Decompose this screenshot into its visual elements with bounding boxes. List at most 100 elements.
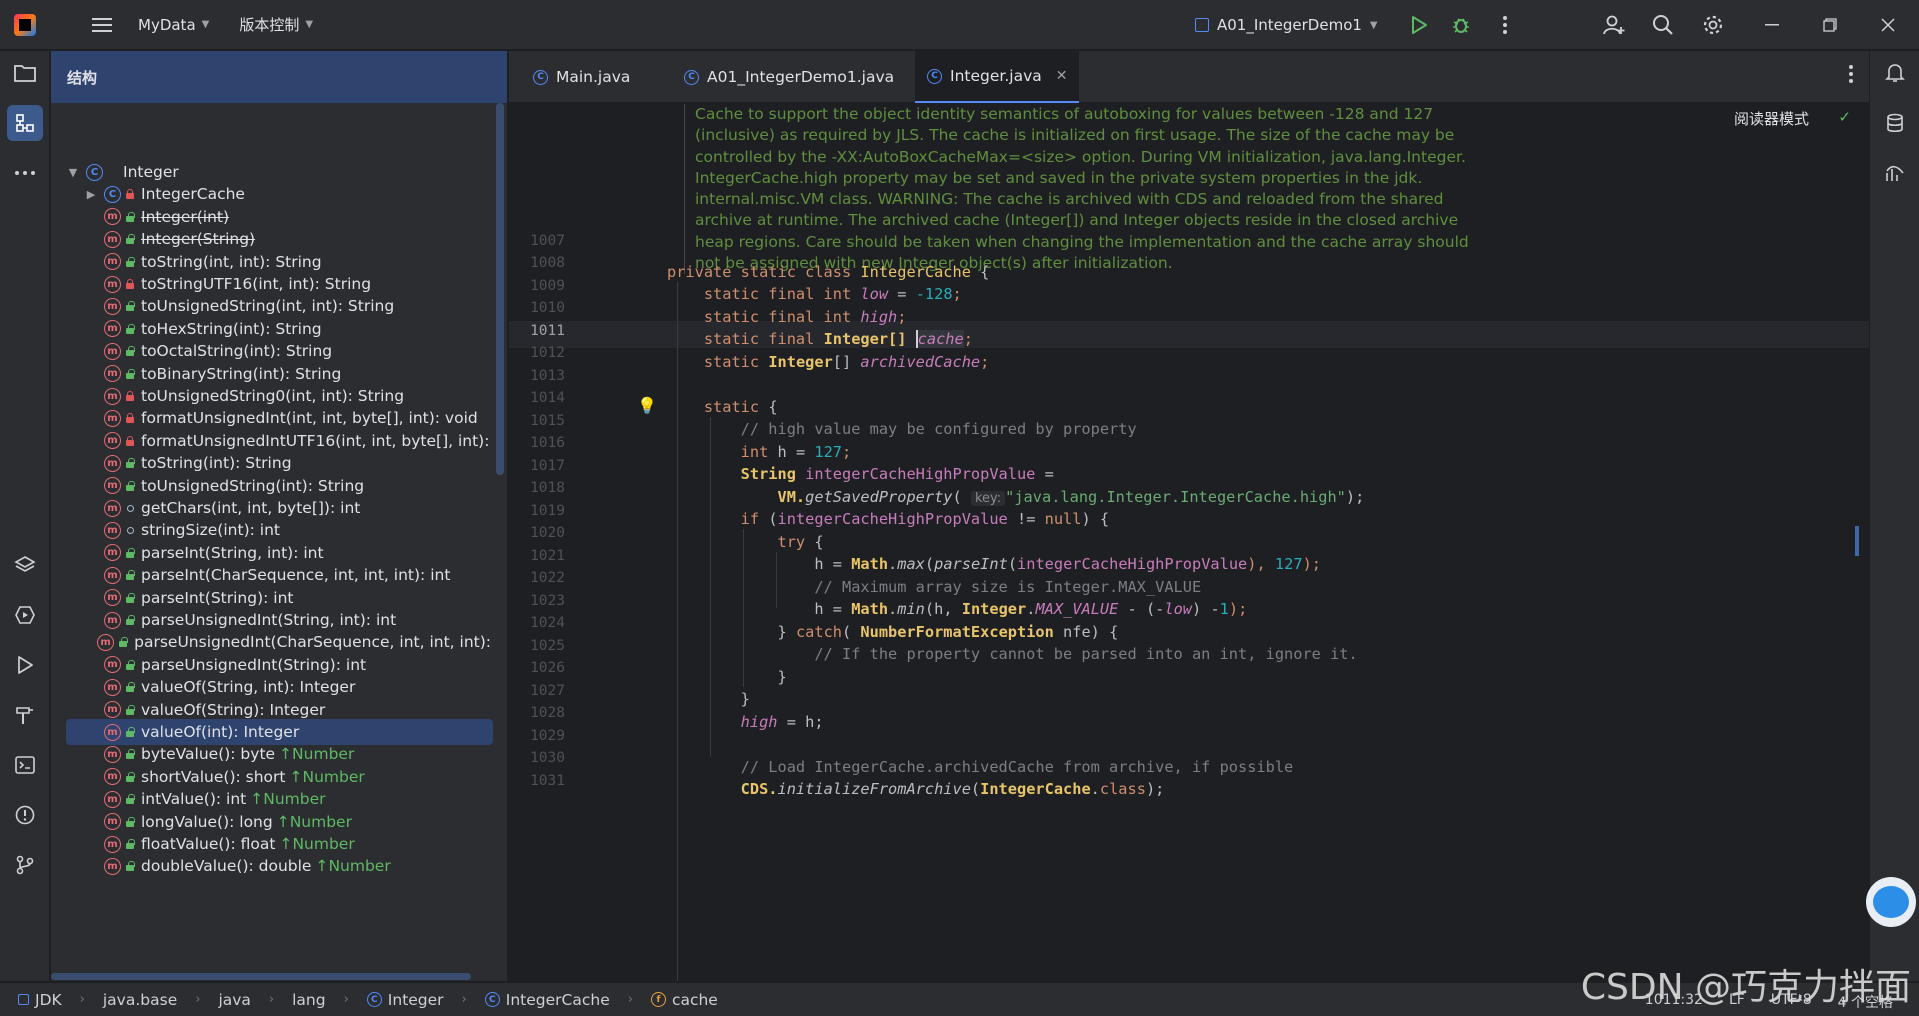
token: ( bbox=[952, 488, 971, 506]
tabs-more-button[interactable] bbox=[1849, 65, 1853, 88]
method-icon: m bbox=[104, 275, 121, 293]
code-line-1028: high = h; bbox=[667, 713, 824, 731]
tab-integer-java[interactable]: C Integer.java ✕ bbox=[915, 51, 1080, 103]
doc-line: controlled by the -XX:AutoBoxCacheMax=<s… bbox=[695, 147, 1466, 166]
database-tool-button[interactable] bbox=[1877, 105, 1913, 141]
close-window-button[interactable] bbox=[1870, 7, 1906, 43]
structure-item-label: toString(int, int): String bbox=[141, 252, 322, 271]
minimize-button[interactable] bbox=[1754, 7, 1790, 43]
run-button[interactable] bbox=[1401, 7, 1437, 43]
token: { bbox=[759, 398, 778, 416]
public-unlock-icon bbox=[125, 368, 135, 379]
build-tool-button[interactable] bbox=[7, 697, 43, 733]
structure-item-label: parseUnsignedInt(CharSequence, int, int,… bbox=[134, 633, 491, 652]
breadcrumb-item[interactable]: f cache bbox=[650, 991, 718, 1009]
breadcrumb-item[interactable]: C IntegerCache bbox=[484, 991, 610, 1009]
breadcrumb-separator: › bbox=[461, 992, 467, 1007]
app-logo-icon bbox=[14, 13, 36, 36]
token: ); bbox=[1345, 488, 1365, 506]
breadcrumb-item[interactable]: java.base bbox=[103, 991, 177, 1009]
class-icon: C bbox=[86, 163, 103, 181]
profiler-tool-button[interactable] bbox=[1877, 155, 1913, 191]
structure-item-label: parseInt(String): int bbox=[141, 588, 294, 607]
run-config-selector[interactable]: A01_IntegerDemo1 ▼ bbox=[1195, 12, 1378, 38]
class-icon: C bbox=[927, 68, 942, 84]
settings-button[interactable] bbox=[1695, 7, 1731, 43]
ai-assistant-button[interactable] bbox=[1866, 877, 1916, 927]
structure-panel-title: 结构 bbox=[51, 51, 507, 103]
chevron-right-icon[interactable]: ▶ bbox=[84, 188, 98, 201]
structure-vertical-scrollbar[interactable] bbox=[496, 103, 504, 475]
structure-tool-button[interactable] bbox=[7, 105, 43, 141]
method-icon: m bbox=[104, 432, 121, 450]
structure-item-label: getChars(int, int, byte[]): int bbox=[141, 499, 361, 517]
structure-item-label: shortValue(): short bbox=[141, 767, 286, 786]
code-line-1025: // If the property cannot be parsed into… bbox=[667, 645, 1358, 663]
inspection-ok-icon[interactable]: ✓ bbox=[1838, 108, 1851, 126]
code-with-me-button[interactable] bbox=[1596, 7, 1632, 43]
problems-tool-button[interactable] bbox=[7, 797, 43, 833]
main-menu-button[interactable] bbox=[84, 7, 120, 43]
code-line-1023: h = Math.min(h, Integer.MAX_VALUE - (-lo… bbox=[667, 600, 1247, 618]
error-stripe-marks[interactable] bbox=[1855, 526, 1859, 556]
method-icon: m bbox=[104, 790, 121, 808]
tab-a01-integerdemo1-java[interactable]: C A01_IntegerDemo1.java bbox=[672, 51, 906, 103]
breadcrumb-item[interactable]: C Integer bbox=[366, 991, 444, 1009]
search-icon bbox=[1653, 15, 1673, 35]
chevron-down-icon: ▼ bbox=[201, 19, 210, 30]
token: [] bbox=[832, 353, 861, 371]
right-tool-stripe bbox=[1869, 51, 1919, 981]
git-tool-button[interactable] bbox=[7, 847, 43, 883]
token: null bbox=[1044, 510, 1082, 528]
token: integerCacheHighPropValue bbox=[805, 465, 1036, 483]
public-unlock-icon bbox=[125, 323, 135, 334]
code-line-1026: } bbox=[667, 668, 787, 686]
reader-mode-toggle[interactable]: 阅读器模式 bbox=[1734, 108, 1809, 129]
search-everywhere-button[interactable] bbox=[1645, 7, 1681, 43]
breadcrumb-separator: › bbox=[268, 992, 275, 1007]
restore-button[interactable] bbox=[1812, 7, 1848, 43]
debug-button[interactable] bbox=[1443, 7, 1479, 43]
method-icon: m bbox=[104, 566, 121, 584]
minimize-icon bbox=[1765, 24, 1779, 26]
token: != bbox=[1007, 510, 1045, 528]
lightbulb-icon[interactable]: 💡 bbox=[637, 396, 657, 415]
tab-main-java[interactable]: C Main.java bbox=[521, 51, 642, 103]
editor-tabs: C Main.java C A01_IntegerDemo1.java C In… bbox=[509, 51, 1869, 103]
token: static bbox=[667, 353, 769, 371]
code-editor[interactable]: Cache to support the object identity sem… bbox=[509, 104, 1869, 981]
run-tool-button[interactable] bbox=[7, 647, 43, 683]
breadcrumb-item[interactable]: java bbox=[218, 991, 250, 1009]
method-icon: m bbox=[104, 813, 121, 831]
breadcrumb-separator: › bbox=[79, 992, 85, 1007]
profiler-icon bbox=[1886, 165, 1904, 181]
token: ; bbox=[842, 443, 852, 461]
watermark-text: CSDN @巧克力拌面 bbox=[1580, 967, 1911, 1008]
chevron-down-icon[interactable]: ▼ bbox=[66, 166, 80, 179]
breadcrumb-item[interactable]: lang bbox=[292, 991, 325, 1009]
project-widget[interactable]: MyData ▼ bbox=[138, 16, 209, 34]
services-tool-button[interactable] bbox=[7, 597, 43, 633]
structure-item-label: toUnsignedString(int): String bbox=[141, 476, 365, 495]
vcs-widget[interactable]: 版本控制 ▼ bbox=[239, 14, 313, 35]
structure-item[interactable]: m doubleValue(): double ↑Number bbox=[51, 853, 491, 879]
line-number: 1025 bbox=[530, 638, 565, 654]
more-horizontal-icon bbox=[15, 171, 35, 175]
more-actions-button[interactable] bbox=[1487, 7, 1523, 43]
public-unlock-icon bbox=[125, 861, 135, 872]
layers-icon bbox=[14, 556, 36, 572]
public-unlock-icon bbox=[125, 615, 135, 625]
tab-close-icon[interactable]: ✕ bbox=[1056, 68, 1068, 84]
token: private static class bbox=[667, 263, 861, 281]
layers-tool-button[interactable] bbox=[7, 547, 43, 583]
breadcrumb-item[interactable]: JDK bbox=[18, 991, 62, 1009]
more-tools-button[interactable] bbox=[7, 155, 43, 191]
breadcrumb-separator: › bbox=[627, 992, 633, 1007]
terminal-tool-button[interactable] bbox=[7, 747, 43, 783]
token: = bbox=[888, 285, 916, 303]
structure-horizontal-scrollbar[interactable] bbox=[51, 973, 471, 980]
method-icon: m bbox=[104, 387, 121, 405]
project-tool-button[interactable] bbox=[7, 55, 43, 91]
tab-label: Integer.java bbox=[950, 67, 1042, 85]
notifications-tool-button[interactable] bbox=[1877, 55, 1913, 91]
